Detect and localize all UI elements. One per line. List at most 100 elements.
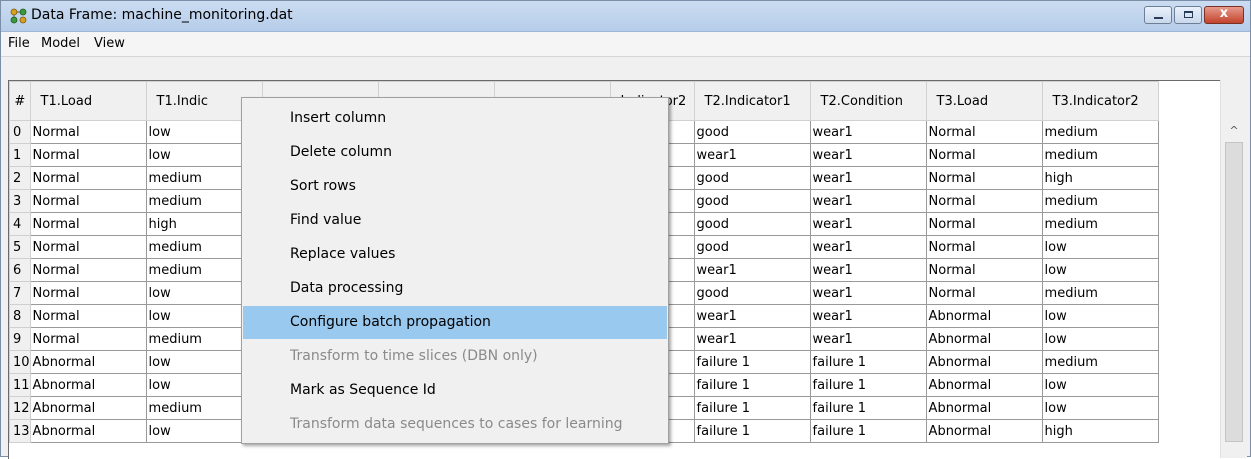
menu-model[interactable]: Model bbox=[41, 36, 80, 51]
table-cell[interactable]: Abnormal bbox=[29, 396, 147, 420]
table-cell[interactable]: failure 1 bbox=[809, 419, 927, 443]
table-cell[interactable]: failure 1 bbox=[693, 373, 811, 397]
row-index[interactable]: 12 bbox=[9, 396, 31, 420]
row-index[interactable]: 6 bbox=[9, 258, 31, 282]
table-cell[interactable]: wear1 bbox=[693, 304, 811, 328]
table-cell[interactable]: Abnormal bbox=[925, 304, 1043, 328]
table-cell[interactable]: Normal bbox=[29, 166, 147, 190]
table-cell[interactable]: low bbox=[1041, 258, 1159, 282]
context-menu-item[interactable]: Configure batch propagation bbox=[243, 306, 667, 339]
row-index[interactable]: 7 bbox=[9, 281, 31, 305]
menu-view[interactable]: View bbox=[94, 36, 125, 51]
table-cell[interactable]: Normal bbox=[29, 143, 147, 167]
row-index[interactable]: 13 bbox=[9, 419, 31, 443]
column-header[interactable]: T3.Indicator2 bbox=[1041, 81, 1159, 121]
table-cell[interactable]: wear1 bbox=[809, 120, 927, 144]
title-bar[interactable]: Data Frame: machine_monitoring.dat x bbox=[1, 1, 1250, 32]
table-cell[interactable]: medium bbox=[1041, 143, 1159, 167]
table-cell[interactable]: Normal bbox=[925, 258, 1043, 282]
table-cell[interactable]: wear1 bbox=[809, 235, 927, 259]
row-index[interactable]: 9 bbox=[9, 327, 31, 351]
table-cell[interactable]: good bbox=[693, 189, 811, 213]
row-index[interactable]: 11 bbox=[9, 373, 31, 397]
table-cell[interactable]: Normal bbox=[925, 212, 1043, 236]
table-cell[interactable]: low bbox=[1041, 235, 1159, 259]
table-cell[interactable]: low bbox=[1041, 373, 1159, 397]
row-index[interactable]: 5 bbox=[9, 235, 31, 259]
maximize-button[interactable] bbox=[1174, 6, 1202, 24]
row-index[interactable]: 10 bbox=[9, 350, 31, 374]
table-cell[interactable]: wear1 bbox=[693, 327, 811, 351]
table-cell[interactable]: Abnormal bbox=[29, 419, 147, 443]
table-cell[interactable]: Abnormal bbox=[925, 373, 1043, 397]
table-cell[interactable]: medium bbox=[1041, 189, 1159, 213]
table-cell[interactable]: wear1 bbox=[809, 212, 927, 236]
row-index[interactable]: 2 bbox=[9, 166, 31, 190]
table-cell[interactable]: failure 1 bbox=[809, 350, 927, 374]
table-cell[interactable]: high bbox=[1041, 166, 1159, 190]
scroll-up-arrow-icon[interactable]: ^ bbox=[1221, 122, 1247, 140]
table-cell[interactable]: low bbox=[1041, 327, 1159, 351]
context-menu-item[interactable]: Data processing bbox=[243, 272, 667, 305]
table-cell[interactable]: medium bbox=[1041, 350, 1159, 374]
table-cell[interactable]: Normal bbox=[925, 235, 1043, 259]
table-cell[interactable]: Abnormal bbox=[29, 350, 147, 374]
table-cell[interactable]: good bbox=[693, 281, 811, 305]
context-menu-item[interactable]: Find value bbox=[243, 204, 667, 237]
table-cell[interactable]: good bbox=[693, 235, 811, 259]
table-cell[interactable]: medium bbox=[1041, 281, 1159, 305]
table-cell[interactable]: Normal bbox=[29, 327, 147, 351]
table-cell[interactable]: good bbox=[693, 120, 811, 144]
table-cell[interactable]: Normal bbox=[29, 304, 147, 328]
table-cell[interactable]: good bbox=[693, 166, 811, 190]
table-cell[interactable]: Normal bbox=[29, 189, 147, 213]
table-cell[interactable]: wear1 bbox=[809, 143, 927, 167]
table-cell[interactable]: wear1 bbox=[809, 281, 927, 305]
table-cell[interactable]: Abnormal bbox=[925, 396, 1043, 420]
table-cell[interactable]: failure 1 bbox=[809, 396, 927, 420]
context-menu-item[interactable]: Replace values bbox=[243, 238, 667, 271]
row-index[interactable]: 1 bbox=[9, 143, 31, 167]
table-cell[interactable]: failure 1 bbox=[809, 373, 927, 397]
table-cell[interactable]: Abnormal bbox=[29, 373, 147, 397]
column-header[interactable]: T2.Condition bbox=[809, 81, 927, 121]
table-cell[interactable]: wear1 bbox=[693, 258, 811, 282]
table-cell[interactable]: low bbox=[1041, 304, 1159, 328]
row-index[interactable]: 0 bbox=[9, 120, 31, 144]
table-cell[interactable]: Normal bbox=[29, 235, 147, 259]
table-cell[interactable]: low bbox=[1041, 396, 1159, 420]
table-cell[interactable]: Normal bbox=[925, 189, 1043, 213]
table-cell[interactable]: Normal bbox=[29, 281, 147, 305]
table-cell[interactable]: Normal bbox=[925, 281, 1043, 305]
table-cell[interactable]: Normal bbox=[29, 212, 147, 236]
table-cell[interactable]: Abnormal bbox=[925, 327, 1043, 351]
close-button[interactable]: x bbox=[1204, 6, 1244, 24]
column-header-index[interactable]: # bbox=[9, 81, 31, 121]
table-cell[interactable]: wear1 bbox=[809, 258, 927, 282]
table-cell[interactable]: Normal bbox=[925, 166, 1043, 190]
table-cell[interactable]: wear1 bbox=[693, 143, 811, 167]
table-cell[interactable]: wear1 bbox=[809, 189, 927, 213]
table-cell[interactable]: medium bbox=[1041, 212, 1159, 236]
column-header[interactable]: T3.Load bbox=[925, 81, 1043, 121]
table-cell[interactable]: Normal bbox=[29, 258, 147, 282]
table-cell[interactable]: wear1 bbox=[809, 327, 927, 351]
table-cell[interactable]: Abnormal bbox=[925, 350, 1043, 374]
table-cell[interactable]: Abnormal bbox=[925, 419, 1043, 443]
table-cell[interactable]: wear1 bbox=[809, 166, 927, 190]
table-cell[interactable]: failure 1 bbox=[693, 396, 811, 420]
context-menu-item[interactable]: Delete column bbox=[243, 136, 667, 169]
row-index[interactable]: 4 bbox=[9, 212, 31, 236]
table-cell[interactable]: Normal bbox=[925, 143, 1043, 167]
context-menu-item[interactable]: Sort rows bbox=[243, 170, 667, 203]
table-cell[interactable]: Normal bbox=[925, 120, 1043, 144]
column-header[interactable]: T2.Indicator1 bbox=[693, 81, 811, 121]
column-header[interactable]: T1.Load bbox=[29, 81, 147, 121]
table-cell[interactable]: failure 1 bbox=[693, 350, 811, 374]
table-cell[interactable]: medium bbox=[1041, 120, 1159, 144]
vertical-scrollbar[interactable]: ^ bbox=[1220, 80, 1247, 458]
menu-file[interactable]: File bbox=[8, 36, 30, 51]
scroll-thumb[interactable] bbox=[1225, 142, 1243, 442]
minimize-button[interactable] bbox=[1144, 6, 1172, 24]
table-cell[interactable]: good bbox=[693, 212, 811, 236]
